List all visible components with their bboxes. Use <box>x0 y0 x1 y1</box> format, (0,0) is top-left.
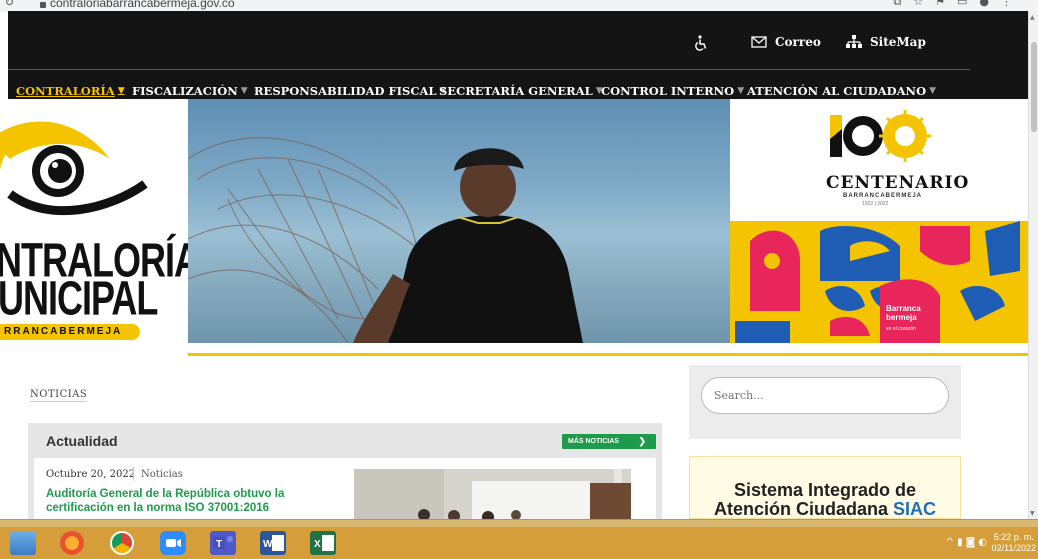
chrome-icon[interactable] <box>110 531 134 555</box>
nav-item-control-interno[interactable]: CONTROL INTERNO ▼ <box>601 84 744 98</box>
top-utility-bar: Correo SiteMap <box>8 11 1028 82</box>
fisherman-photo <box>188 99 730 343</box>
siac-line1: Sistema Integrado de <box>733 480 917 500</box>
scroll-down-icon[interactable]: ▼ <box>1030 510 1035 517</box>
siac-brand: SIAC <box>893 499 937 519</box>
centenario-title: CENTENARIO <box>826 173 970 193</box>
teams-icon[interactable]: T <box>210 531 236 555</box>
svg-text:W: W <box>263 539 273 550</box>
centenario-years: 1922 | 2022 <box>862 201 889 207</box>
chevron-down-icon: ▼ <box>117 86 125 96</box>
siac-line2: Atención Ciudadana <box>713 499 888 519</box>
barranca-label: Barranca bermeja <box>886 304 921 322</box>
banner-divider <box>188 353 1028 356</box>
clock-date: 02/11/2022 <box>991 543 1036 553</box>
nav-item-atencion-ciudadano[interactable]: ATENCIÓN AL CIUDADANO ▼ <box>747 84 936 98</box>
news-date: Octubre 20, 2022 <box>46 469 136 480</box>
scrollbar-thumb[interactable] <box>1031 42 1037 132</box>
accessibility-icon <box>695 35 707 51</box>
news-title-link[interactable]: Auditoría General de la República obtuvo… <box>46 487 336 515</box>
eye-logo-icon <box>0 121 148 216</box>
excel-icon[interactable]: X <box>310 531 336 555</box>
divider <box>8 69 970 70</box>
nav-item-label: RESPONSABILIDAD FISCAL <box>254 84 437 98</box>
nav-item-fiscalizacion[interactable]: FISCALIZACIÓN ▼ <box>132 84 248 98</box>
sitemap-icon <box>846 35 862 48</box>
barranca-subtitle: en el corazón <box>886 326 917 332</box>
chevron-right-icon: ❯ <box>638 436 646 446</box>
barranca-line1: Barranca <box>886 304 921 313</box>
browser-actions[interactable]: ⧉☆⚑▭●⋮ <box>893 0 1024 9</box>
mail-icon <box>751 36 767 48</box>
chevron-down-icon: ▼ <box>737 86 745 96</box>
noticias-section-label: NOTICIAS <box>30 389 88 402</box>
reload-icon[interactable]: ↻ <box>4 0 14 9</box>
file-explorer-icon[interactable] <box>10 531 36 555</box>
divider <box>133 467 134 481</box>
correo-link[interactable]: Correo <box>751 35 821 49</box>
nav-item-label: FISCALIZACIÓN <box>132 84 238 98</box>
system-tray[interactable]: ^▮◙◐ <box>946 537 990 548</box>
more-news-button[interactable]: MÁS NOTICIAS ❯ <box>562 434 656 449</box>
nav-item-label: CONTROL INTERNO <box>601 84 735 98</box>
site-info-icon[interactable] <box>40 2 46 8</box>
taskbar-edge <box>0 519 1038 527</box>
page-scrollbar[interactable]: ▲ ▼ <box>1028 12 1038 519</box>
nav-item-label: ATENCIÓN AL CIUDADANO <box>747 84 927 98</box>
nav-item-label: SECRETARÍA GENERAL <box>439 84 593 98</box>
svg-text:X: X <box>314 539 321 550</box>
barranca-line2: bermeja <box>886 313 917 322</box>
sitemap-link[interactable]: SiteMap <box>846 35 926 49</box>
logo-text-line2: UNICIPAL <box>0 270 158 326</box>
news-panel-title: Actualidad <box>46 433 118 449</box>
search-input[interactable] <box>701 377 949 414</box>
firefox-icon[interactable] <box>60 531 84 555</box>
windows-taskbar: T W X ^▮◙◐ 5:22 p. m. 02/11/2022 <box>0 527 1038 559</box>
barranca-corazon-panel <box>730 221 1028 343</box>
news-thumbnail[interactable] <box>354 469 631 519</box>
chevron-down-icon: ▼ <box>929 86 937 96</box>
clock[interactable]: 5:22 p. m. 02/11/2022 <box>992 532 1036 554</box>
nav-item-contraloria[interactable]: CONTRALORÍA ▼ <box>16 84 125 98</box>
nav-item-responsabilidad-fiscal[interactable]: RESPONSABILIDAD FISCAL ▼ <box>254 84 446 98</box>
siac-title: Sistema Integrado de Atención Ciudadana … <box>689 481 961 519</box>
contraloria-logo[interactable]: NTRALORÍA UNICIPAL RRANCABERMEJA <box>0 99 188 343</box>
accessibility-button[interactable] <box>694 35 708 51</box>
svg-text:T: T <box>216 539 222 550</box>
nav-item-label: CONTRALORÍA <box>16 84 115 98</box>
zoom-icon[interactable] <box>160 531 186 555</box>
correo-label: Correo <box>775 35 821 49</box>
address-bar[interactable]: contraloriabarrancabermeja.gov.co <box>50 0 235 10</box>
nav-item-secretaria-general[interactable]: SECRETARÍA GENERAL ▼ <box>439 84 603 98</box>
sitemap-label: SiteMap <box>870 35 926 49</box>
word-icon[interactable]: W <box>260 531 286 555</box>
scroll-up-icon[interactable]: ▲ <box>1030 14 1035 21</box>
clock-time: 5:22 p. m. <box>993 532 1034 542</box>
header-banner: NTRALORÍA UNICIPAL RRANCABERMEJA <box>0 99 1028 343</box>
more-news-label: MÁS NOTICIAS <box>568 438 619 445</box>
logo-city-strip: RRANCABERMEJA <box>0 324 140 340</box>
barranca-pattern-icon <box>735 221 1020 343</box>
siac-line2-wrap: Atención Ciudadana SIAC <box>689 500 961 519</box>
chevron-down-icon: ▼ <box>240 86 248 96</box>
centenario-city: BARRANCABERMEJA <box>843 193 923 199</box>
news-category[interactable]: Noticias <box>141 469 183 480</box>
